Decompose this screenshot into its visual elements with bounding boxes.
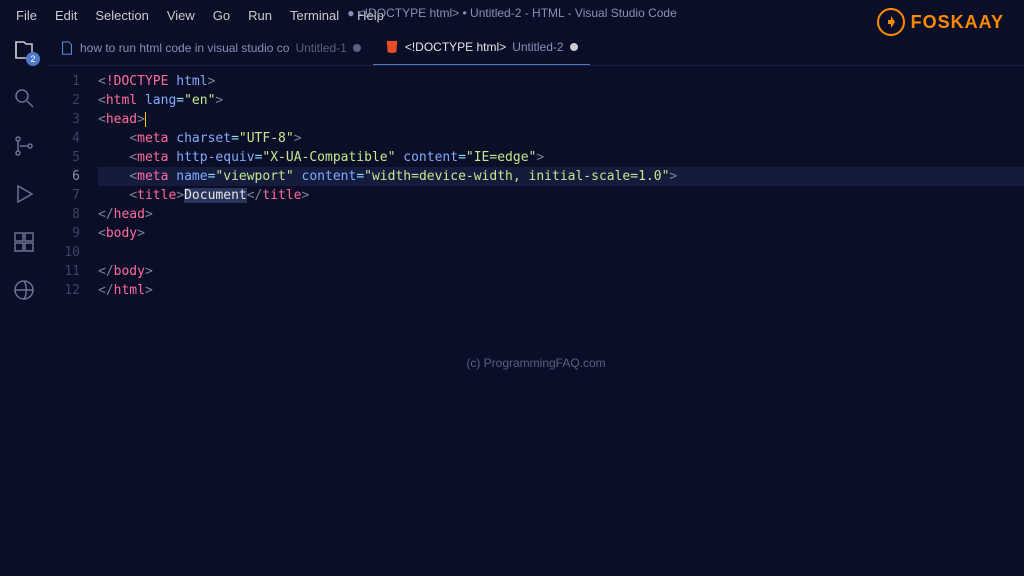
line-number: 9: [48, 224, 80, 243]
watermark: (c) ProgrammingFAQ.com: [466, 356, 605, 370]
code-line[interactable]: <!DOCTYPE html>: [98, 72, 1024, 91]
line-number: 2: [48, 91, 80, 110]
line-number-gutter: 1 2 3 4 5 6 7 8 9 10 11 12: [48, 72, 98, 576]
code-line[interactable]: </head>: [98, 205, 1024, 224]
explorer-icon[interactable]: 2: [10, 36, 38, 64]
menu-selection[interactable]: Selection: [87, 4, 156, 27]
tab-subtitle: Untitled-1: [295, 41, 346, 55]
line-number: 11: [48, 262, 80, 281]
menu-file[interactable]: File: [8, 4, 45, 27]
menu-edit[interactable]: Edit: [47, 4, 85, 27]
menu-run[interactable]: Run: [240, 4, 280, 27]
code-line[interactable]: <head>: [98, 110, 1024, 129]
window-title: ● <!DOCTYPE html> • Untitled-2 - HTML - …: [347, 6, 677, 20]
menu-go[interactable]: Go: [205, 4, 238, 27]
logo-text: FOSKAAY: [911, 12, 1004, 33]
line-number: 12: [48, 281, 80, 300]
tab-untitled-1[interactable]: how to run html code in visual studio co…: [48, 30, 373, 65]
code-line[interactable]: <meta name="viewport" content="width=dev…: [98, 167, 1024, 186]
code-line[interactable]: <body>: [98, 224, 1024, 243]
line-number: 1: [48, 72, 80, 91]
file-icon: [60, 41, 74, 55]
explorer-badge: 2: [26, 52, 40, 66]
code-line[interactable]: <title>Document</title>: [98, 186, 1024, 205]
main: 2 how to run html code in visual studio …: [0, 30, 1024, 576]
line-number: 6: [48, 167, 80, 186]
logo-icon: [877, 8, 905, 36]
code-line[interactable]: <html lang="en">: [98, 91, 1024, 110]
code-line[interactable]: <meta charset="UTF-8">: [98, 129, 1024, 148]
text-cursor: [145, 112, 146, 127]
modified-dot-icon: [570, 43, 578, 51]
line-number: 5: [48, 148, 80, 167]
tab-untitled-2[interactable]: <!DOCTYPE html> Untitled-2: [373, 30, 590, 65]
tab-title: how to run html code in visual studio co: [80, 41, 289, 55]
run-debug-icon[interactable]: [10, 180, 38, 208]
tab-subtitle: Untitled-2: [512, 40, 563, 54]
line-number: 8: [48, 205, 80, 224]
menu-view[interactable]: View: [159, 4, 203, 27]
code-content[interactable]: <!DOCTYPE html> <html lang="en"> <head> …: [98, 72, 1024, 576]
code-line[interactable]: </body>: [98, 262, 1024, 281]
code-line[interactable]: [98, 243, 1024, 262]
tab-title: <!DOCTYPE html>: [405, 40, 506, 54]
source-control-icon[interactable]: [10, 132, 38, 160]
eco-icon[interactable]: [10, 276, 38, 304]
editor-area: how to run html code in visual studio co…: [48, 30, 1024, 576]
modified-dot-icon: [353, 44, 361, 52]
code-line[interactable]: <meta http-equiv="X-UA-Compatible" conte…: [98, 148, 1024, 167]
search-icon[interactable]: [10, 84, 38, 112]
line-number: 7: [48, 186, 80, 205]
code-line[interactable]: </html>: [98, 281, 1024, 300]
code-editor[interactable]: 1 2 3 4 5 6 7 8 9 10 11 12 <!DOCTYPE htm…: [48, 66, 1024, 576]
menu-terminal[interactable]: Terminal: [282, 4, 347, 27]
line-number: 4: [48, 129, 80, 148]
brand-logo: FOSKAAY: [877, 8, 1004, 36]
extensions-icon[interactable]: [10, 228, 38, 256]
activity-bar: 2: [0, 30, 48, 576]
line-number: 3: [48, 110, 80, 129]
line-number: 10: [48, 243, 80, 262]
html-icon: [385, 40, 399, 54]
